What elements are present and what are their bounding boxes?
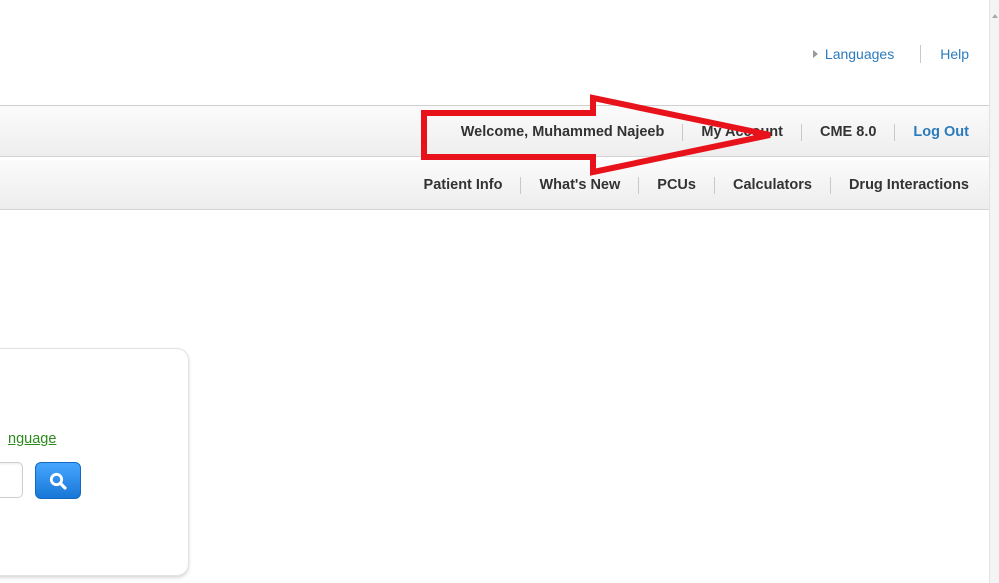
search-icon [49,472,67,490]
my-account-link[interactable]: My Account [701,124,783,140]
divider [682,123,684,141]
scroll-up-icon[interactable] [992,14,998,18]
divider [713,176,715,194]
search-input[interactable] [0,462,23,498]
languages-link[interactable]: Languages [825,46,894,62]
main-nav: Patient Info What's New PCUs Calculators… [0,160,989,210]
vertical-scrollbar[interactable] [989,0,999,583]
search-button[interactable] [35,462,81,499]
nav-item-drug-interactions[interactable]: Drug Interactions [849,177,969,193]
help-link[interactable]: Help [940,46,969,62]
page: Languages Help Welcome, Muhammed Najeeb … [0,0,999,583]
language-link[interactable]: nguage [8,431,56,447]
logout-link[interactable]: Log Out [913,124,969,140]
nav-item-patient-info[interactable]: Patient Info [424,177,503,193]
welcome-text: Welcome, Muhammed Najeeb [461,124,665,140]
nav-item-whats-new[interactable]: What's New [539,177,620,193]
utility-links: Languages Help [812,45,969,63]
divider [520,176,522,194]
nav-item-calculators[interactable]: Calculators [733,177,812,193]
triangle-right-icon [812,50,818,58]
account-bar: Welcome, Muhammed Najeeb My Account CME … [0,105,989,157]
cme-link[interactable]: CME 8.0 [820,124,876,140]
divider [829,176,831,194]
divider [894,123,896,141]
divider [638,176,640,194]
nav-item-pcus[interactable]: PCUs [657,177,696,193]
divider [801,123,802,141]
user-name: hammed Najeeb [553,124,665,140]
welcome-label: Welcome, Mu [460,124,554,140]
search-card [0,348,189,576]
divider [920,45,922,63]
